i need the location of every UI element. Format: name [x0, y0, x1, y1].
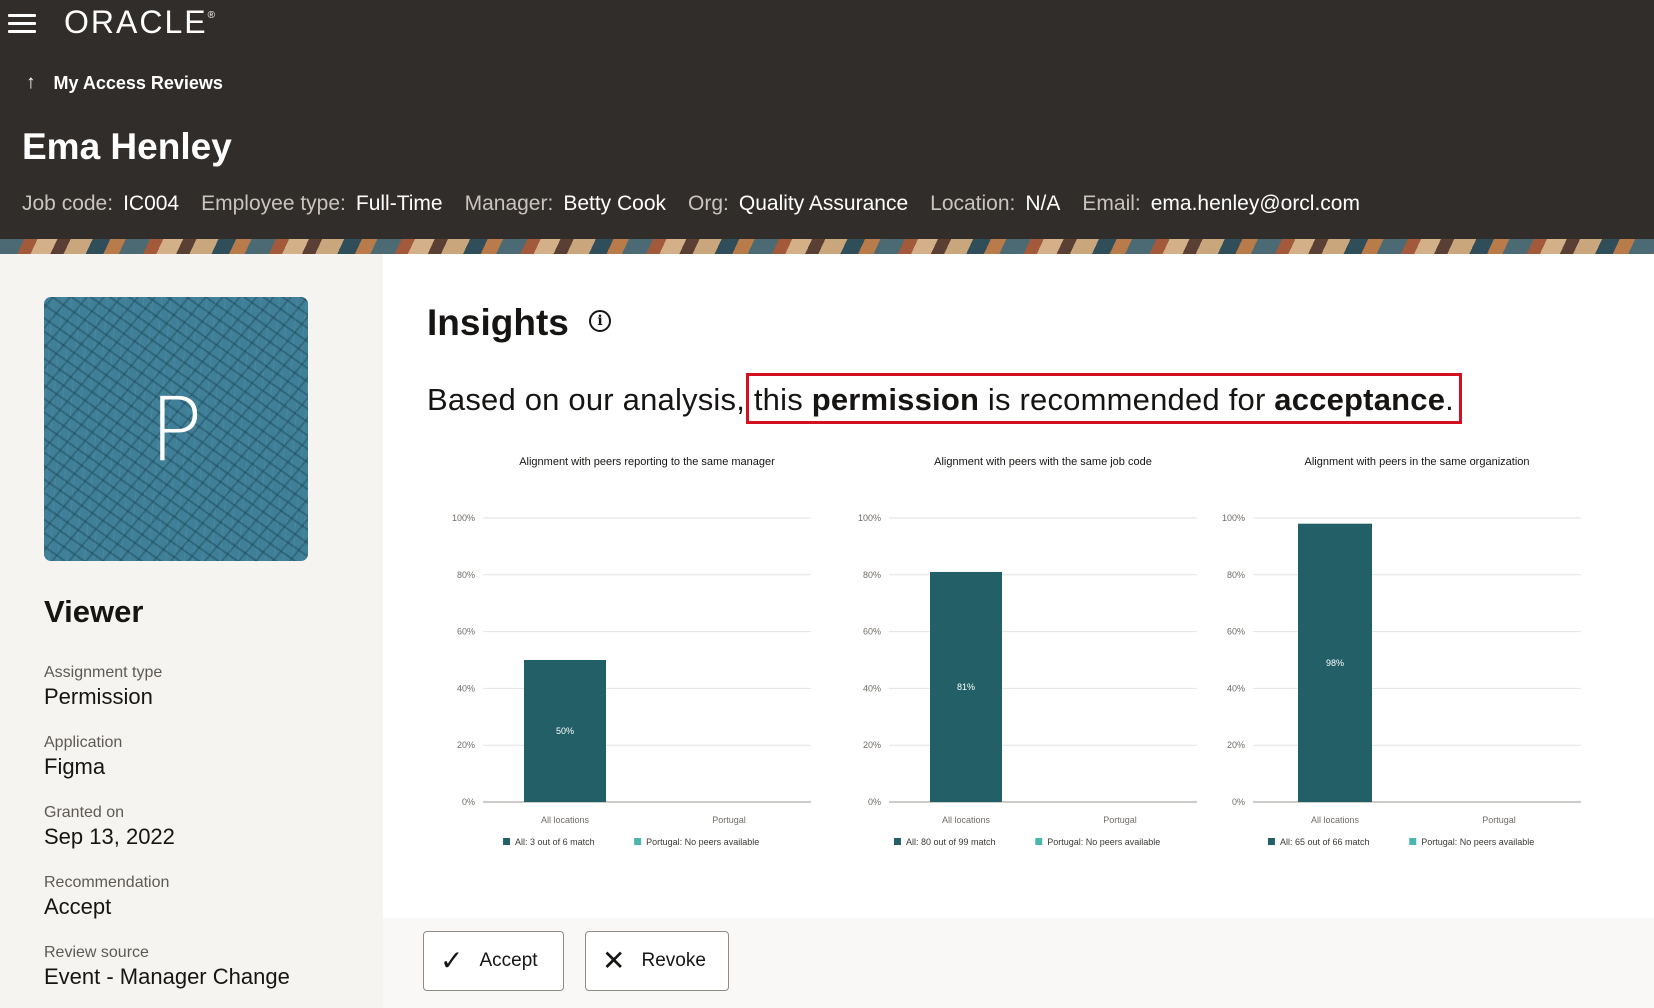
revoke-button[interactable]: ✕ Revoke: [585, 931, 729, 991]
legend-label: All: 80 out of 99 match: [906, 837, 996, 847]
x-tick-label: Portugal: [1103, 815, 1137, 825]
x-tick-label: Portugal: [712, 815, 746, 825]
field-application: Application Figma: [44, 734, 123, 779]
field-granted-on: Granted on Sep 13, 2022: [44, 804, 175, 849]
chart-job-code-peers: Alignment with peers with the same job c…: [845, 442, 1205, 882]
x-tick-label: Portugal: [1482, 815, 1516, 825]
avatar-letter: P: [149, 377, 203, 481]
y-tick-label: 100%: [452, 513, 475, 523]
accept-button[interactable]: ✓ Accept: [423, 931, 564, 991]
meta-location: Location: N/A: [930, 192, 1061, 215]
bar-data-label: 50%: [556, 726, 574, 736]
y-tick-label: 80%: [457, 570, 475, 580]
y-tick-label: 60%: [457, 627, 475, 637]
chart-org-peers: Alignment with peers in the same organiz…: [1209, 442, 1589, 882]
insights-panel: Insights i Based on our analysis, this p…: [383, 254, 1654, 918]
accept-button-label: Accept: [479, 950, 538, 971]
close-icon: ✕: [602, 945, 626, 976]
legend-swatch: [1409, 838, 1417, 845]
legend-swatch: [1035, 838, 1043, 845]
x-tick-label: All locations: [541, 815, 590, 825]
revoke-button-label: Revoke: [641, 950, 706, 971]
y-tick-label: 60%: [863, 627, 881, 637]
chart-title: Alignment with peers with the same job c…: [934, 456, 1152, 468]
y-tick-label: 40%: [863, 683, 881, 693]
legend-swatch: [503, 838, 511, 845]
chart-title: Alignment with peers reporting to the sa…: [519, 456, 775, 468]
field-recommendation: Recommendation Accept: [44, 874, 170, 919]
chart-manager-peers: Alignment with peers reporting to the sa…: [439, 442, 819, 882]
y-tick-label: 40%: [457, 683, 475, 693]
menu-icon[interactable]: [8, 12, 38, 36]
legend-swatch: [1267, 838, 1275, 845]
info-icon[interactable]: i: [589, 310, 611, 332]
legend-label: All: 3 out of 6 match: [515, 837, 595, 847]
meta-manager: Manager: Betty Cook: [464, 192, 667, 215]
y-tick-label: 80%: [863, 570, 881, 580]
legend-swatch: [634, 838, 642, 845]
top-bar: ORACLE®: [0, 0, 1654, 60]
legend-label: Portugal: No peers available: [646, 837, 759, 847]
person-name: Ema Henley: [22, 126, 232, 167]
arrow-up-icon: ↑: [26, 72, 36, 93]
logo-text: ORACLE: [64, 4, 208, 40]
legend-label: Portugal: No peers available: [1047, 837, 1160, 847]
y-tick-label: 20%: [863, 740, 881, 750]
field-review-source: Review source Event - Manager Change: [44, 944, 290, 989]
y-tick-label: 100%: [1222, 513, 1245, 523]
x-tick-label: All locations: [942, 815, 991, 825]
chart-svg: Alignment with peers reporting to the sa…: [452, 456, 811, 847]
chart-svg: Alignment with peers in the same organiz…: [1222, 456, 1581, 847]
legend-label: All: 65 out of 66 match: [1280, 837, 1370, 847]
y-tick-label: 100%: [858, 513, 881, 523]
meta-employee-type: Employee type: Full-Time: [201, 192, 443, 215]
y-tick-label: 20%: [457, 740, 475, 750]
bar-data-label: 98%: [1326, 658, 1344, 668]
avatar: P: [44, 297, 308, 561]
bar-data-label: 81%: [957, 682, 975, 692]
recommendation-highlight-box: [746, 373, 1462, 424]
person-header: ↑ My Access Reviews Ema Henley Job code:…: [0, 60, 1654, 239]
y-tick-label: 0%: [868, 797, 881, 807]
y-tick-label: 20%: [1227, 740, 1245, 750]
meta-email: Email: ema.henley@orcl.com: [1082, 192, 1360, 215]
meta-org: Org: Quality Assurance: [688, 192, 909, 215]
y-tick-label: 0%: [1232, 797, 1245, 807]
y-tick-label: 80%: [1227, 570, 1245, 580]
legend-label: Portugal: No peers available: [1421, 837, 1534, 847]
oracle-logo[interactable]: ORACLE®: [64, 4, 215, 41]
chart-svg: Alignment with peers with the same job c…: [858, 456, 1197, 847]
y-tick-label: 40%: [1227, 683, 1245, 693]
assignment-panel: P Viewer Assignment type Permission Appl…: [0, 254, 383, 1008]
y-tick-label: 0%: [462, 797, 475, 807]
meta-job-code: Job code: IC004: [22, 192, 180, 215]
y-tick-label: 60%: [1227, 627, 1245, 637]
person-meta: Job code: IC004 Employee type: Full-Time M…: [22, 192, 1382, 216]
legend-swatch: [893, 838, 901, 845]
role-title: Viewer: [44, 594, 144, 629]
insights-title: Insights: [427, 302, 569, 343]
chart-title: Alignment with peers in the same organiz…: [1304, 456, 1529, 468]
field-assignment-type: Assignment type Permission: [44, 664, 163, 709]
back-link-label: My Access Reviews: [53, 72, 223, 93]
back-link[interactable]: ↑ My Access Reviews: [26, 72, 223, 94]
decorative-band: [0, 239, 1654, 254]
checkmark-icon: ✓: [440, 945, 464, 976]
x-tick-label: All locations: [1311, 815, 1360, 825]
